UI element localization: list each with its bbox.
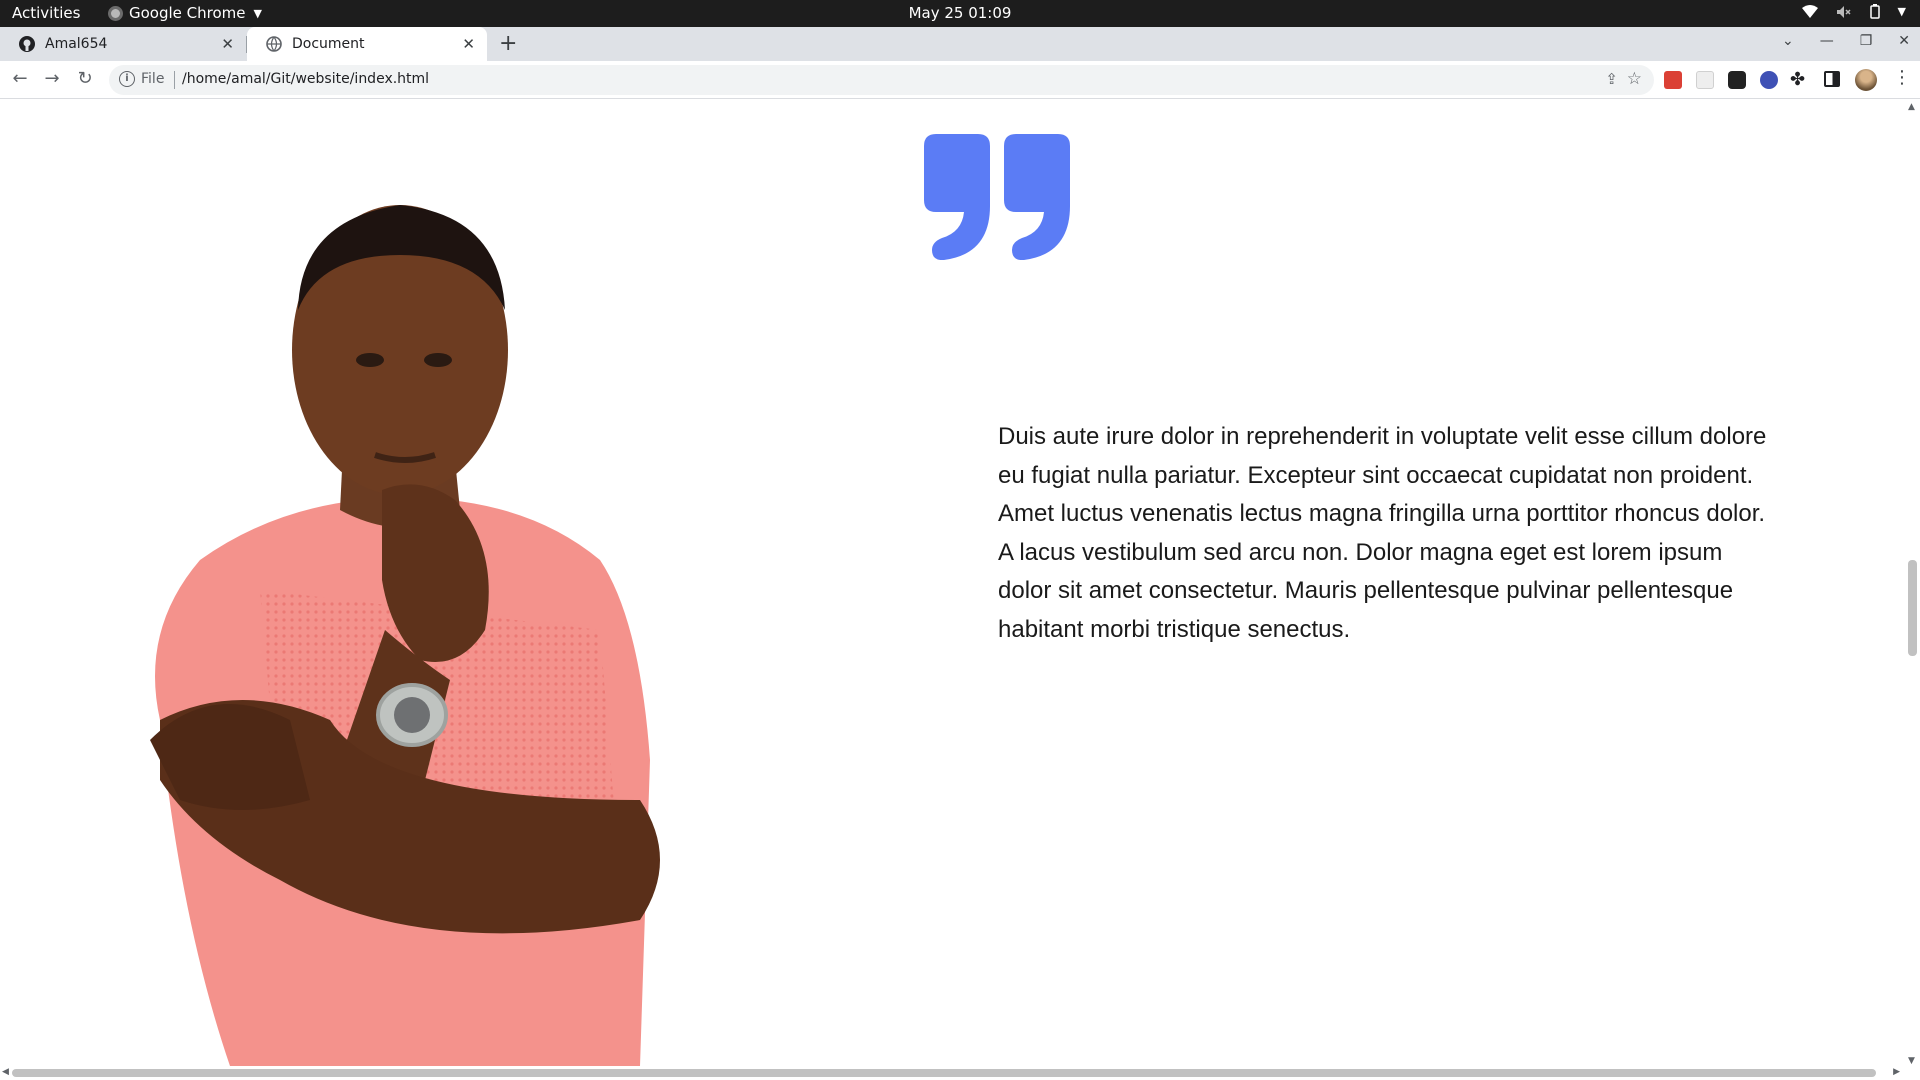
scroll-right-arrow-icon[interactable]: ▶ — [1893, 1067, 1900, 1077]
scroll-up-arrow-icon[interactable]: ▲ — [1908, 102, 1915, 112]
clock[interactable]: May 25 01:09 — [0, 4, 1920, 22]
url-text[interactable]: /home/amal/Git/website/index.html — [182, 71, 429, 87]
vertical-scrollbar[interactable]: ▲ ▼ — [1905, 100, 1920, 1066]
globe-icon — [266, 36, 282, 52]
tab-label: Document — [292, 36, 365, 52]
blank-extension-icon[interactable] — [1696, 71, 1714, 89]
page-viewport: Duis aute irure dolor in reprehenderit i… — [0, 100, 1905, 1066]
tab-strip: Amal654 ✕ Document ✕ + ⌄ — ❐ ✕ — [0, 27, 1920, 61]
tab-amal654[interactable]: Amal654 ✕ — [0, 27, 246, 61]
profile-avatar[interactable] — [1855, 69, 1877, 91]
restore-icon[interactable]: ❐ — [1860, 33, 1873, 49]
system-menu-caret-icon: ▼ — [1897, 5, 1906, 18]
close-tab-icon[interactable]: ✕ — [221, 35, 234, 53]
scroll-down-arrow-icon[interactable]: ▼ — [1908, 1056, 1915, 1066]
volume-muted-icon — [1836, 5, 1851, 18]
close-window-icon[interactable]: ✕ — [1898, 33, 1910, 49]
share-icon[interactable]: ⇪ — [1605, 70, 1618, 88]
status-area[interactable]: ▼ — [1801, 4, 1906, 19]
horizontal-scroll-thumb[interactable] — [12, 1069, 1876, 1077]
tab-label: Amal654 — [45, 36, 108, 52]
tab-search-chevron-icon[interactable]: ⌄ — [1782, 33, 1794, 49]
testimonial-text: Duis aute irure dolor in reprehenderit i… — [998, 423, 1767, 643]
menu-kebab-icon[interactable]: ⋮ — [1893, 67, 1911, 88]
spiral-extension-icon[interactable] — [1728, 71, 1746, 89]
person-photo — [150, 205, 660, 1066]
address-bar[interactable]: i File /home/amal/Git/website/index.html… — [109, 65, 1654, 95]
tab-document[interactable]: Document ✕ — [247, 27, 487, 61]
close-tab-icon[interactable]: ✕ — [462, 35, 475, 53]
quote-icon — [924, 134, 1070, 260]
browser-toolbar: ← → ↻ i File /home/amal/Git/website/inde… — [0, 61, 1920, 99]
back-arrow-icon[interactable]: ← — [8, 68, 32, 89]
todoist-extension-icon[interactable] — [1664, 71, 1682, 89]
forward-arrow-icon[interactable]: → — [40, 68, 64, 89]
wifi-icon — [1801, 4, 1818, 18]
side-panel-icon[interactable] — [1824, 71, 1840, 87]
minimize-icon[interactable]: — — [1820, 33, 1834, 49]
battery-icon — [1869, 4, 1880, 19]
scheme-label: File — [141, 71, 165, 87]
window-controls: ⌄ — ❐ ✕ — [1782, 33, 1910, 49]
github-icon — [19, 36, 35, 52]
omnibox-divider — [174, 71, 175, 89]
reload-icon[interactable]: ↻ — [73, 68, 97, 89]
horizontal-scrollbar[interactable]: ◀ ▶ — [0, 1066, 1920, 1080]
extensions-puzzle-icon[interactable]: ✤ — [1790, 69, 1808, 90]
blue-circle-extension-icon[interactable] — [1760, 71, 1778, 89]
bookmark-star-icon[interactable]: ☆ — [1627, 69, 1642, 89]
vertical-scroll-thumb[interactable] — [1908, 560, 1917, 656]
scroll-left-arrow-icon[interactable]: ◀ — [2, 1067, 9, 1077]
info-icon[interactable]: i — [119, 71, 135, 87]
system-top-bar: Activities Google Chrome ▼ May 25 01:09 … — [0, 0, 1920, 27]
new-tab-plus-icon[interactable]: + — [499, 31, 517, 56]
